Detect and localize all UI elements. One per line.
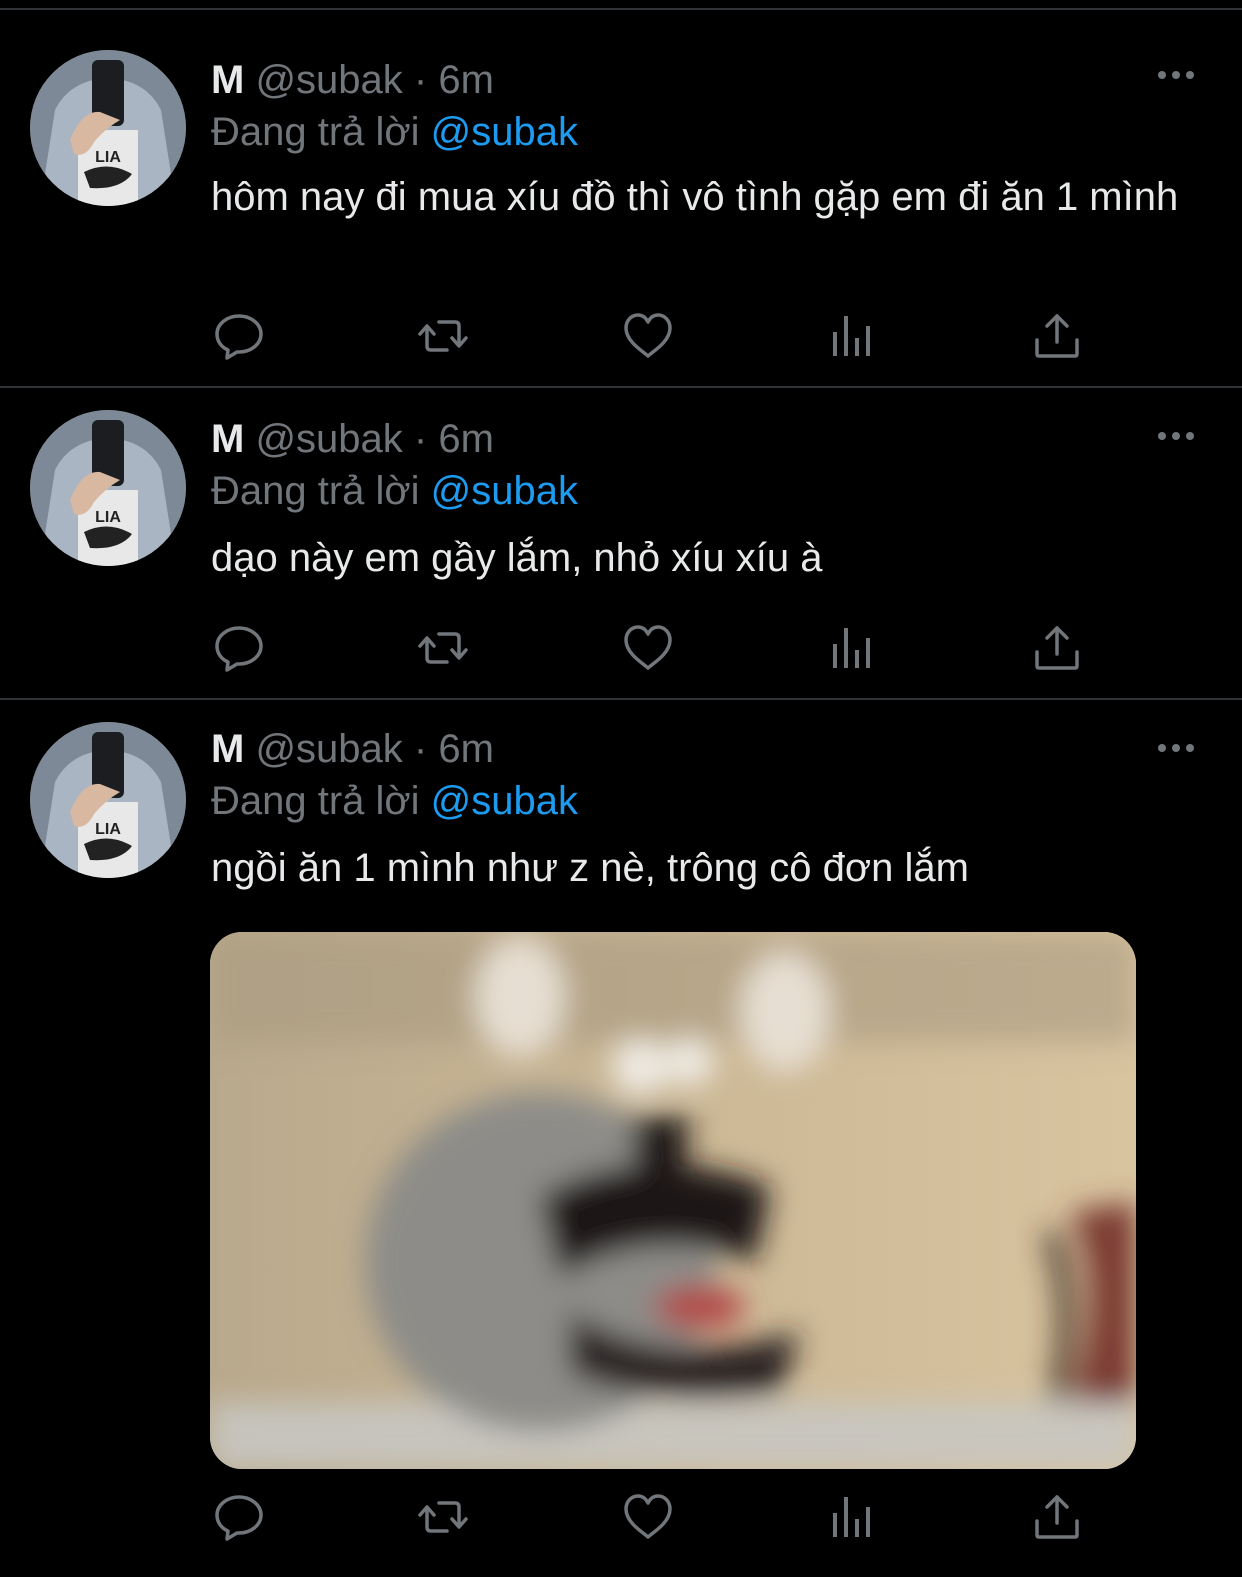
- tweet-3[interactable]: LIA M @subak · 6m Đang trả lời @subak ng…: [0, 700, 1242, 1577]
- more-horizontal-icon[interactable]: [1156, 426, 1196, 446]
- tweet-media-image[interactable]: [210, 932, 1136, 1469]
- display-name[interactable]: M: [211, 727, 244, 771]
- tweet-text: ngồi ăn 1 mình như z nè, trông cô đơn lắ…: [211, 846, 969, 890]
- svg-text:LIA: LIA: [95, 149, 121, 166]
- retweet-icon[interactable]: [415, 308, 471, 364]
- tweet-text: hôm nay đi mua xíu đồ thì vô tình gặp em…: [211, 175, 1179, 219]
- tweet-header: M @subak · 6m: [211, 414, 494, 464]
- separator-dot: ·: [413, 417, 428, 461]
- tweet-text: dạo này em gầy lắm, nhỏ xíu xíu à: [211, 536, 823, 580]
- timestamp[interactable]: 6m: [438, 58, 494, 102]
- views-icon[interactable]: [825, 620, 881, 676]
- replying-to-label: Đang trả lời: [211, 110, 420, 154]
- user-handle[interactable]: @subak: [255, 417, 402, 461]
- reply-icon[interactable]: [211, 620, 267, 676]
- action-bar: [211, 1489, 1091, 1545]
- user-handle[interactable]: @subak: [255, 727, 402, 771]
- like-icon[interactable]: [620, 308, 676, 364]
- avatar[interactable]: LIA: [30, 410, 186, 566]
- tweet-1[interactable]: LIA M @subak · 6m Đang trả lời @subak hô…: [0, 10, 1242, 388]
- tweet-header: M @subak · 6m: [211, 55, 494, 105]
- share-icon[interactable]: [1029, 620, 1085, 676]
- like-icon[interactable]: [620, 620, 676, 676]
- svg-text:LIA: LIA: [95, 821, 121, 838]
- action-bar: [211, 308, 1091, 364]
- share-icon[interactable]: [1029, 308, 1085, 364]
- tweet-2[interactable]: LIA M @subak · 6m Đang trả lời @subak dạ…: [0, 388, 1242, 700]
- tweet-header: M @subak · 6m: [211, 724, 494, 774]
- avatar[interactable]: LIA: [30, 722, 186, 878]
- more-horizontal-icon[interactable]: [1156, 65, 1196, 85]
- more-horizontal-icon[interactable]: [1156, 738, 1196, 758]
- views-icon[interactable]: [825, 308, 881, 364]
- replying-to-handle[interactable]: @subak: [431, 469, 578, 513]
- timestamp[interactable]: 6m: [438, 727, 494, 771]
- replying-to: Đang trả lời @subak: [211, 776, 578, 826]
- retweet-icon[interactable]: [415, 1489, 471, 1545]
- display-name[interactable]: M: [211, 417, 244, 461]
- views-icon[interactable]: [825, 1489, 881, 1545]
- reply-icon[interactable]: [211, 308, 267, 364]
- replying-to-handle[interactable]: @subak: [431, 779, 578, 823]
- separator-dot: ·: [413, 58, 428, 102]
- share-icon[interactable]: [1029, 1489, 1085, 1545]
- svg-text:LIA: LIA: [95, 509, 121, 526]
- reply-icon[interactable]: [211, 1489, 267, 1545]
- user-handle[interactable]: @subak: [255, 58, 402, 102]
- display-name[interactable]: M: [211, 58, 244, 102]
- timestamp[interactable]: 6m: [438, 417, 494, 461]
- separator-dot: ·: [413, 727, 428, 771]
- replying-to-label: Đang trả lời: [211, 469, 420, 513]
- avatar[interactable]: LIA: [30, 50, 186, 206]
- replying-to: Đang trả lời @subak: [211, 107, 578, 157]
- action-bar: [211, 620, 1091, 676]
- replying-to: Đang trả lời @subak: [211, 466, 578, 516]
- like-icon[interactable]: [620, 1489, 676, 1545]
- retweet-icon[interactable]: [415, 620, 471, 676]
- replying-to-label: Đang trả lời: [211, 779, 420, 823]
- replying-to-handle[interactable]: @subak: [431, 110, 578, 154]
